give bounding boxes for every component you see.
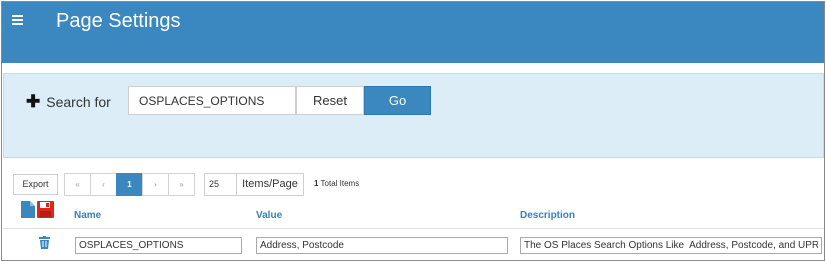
export-button[interactable]: Export: [13, 174, 58, 195]
search-label: ✚ Search for: [26, 93, 111, 110]
row-action-icons: [21, 201, 54, 218]
row-description-input[interactable]: [520, 237, 822, 254]
pager-prev-button[interactable]: ‹: [90, 173, 117, 196]
hamburger-menu-icon[interactable]: [12, 15, 24, 27]
column-header-value: Value: [256, 210, 283, 221]
pager-current-page[interactable]: 1: [116, 173, 143, 196]
row-value-input[interactable]: [256, 237, 508, 254]
plus-icon[interactable]: ✚: [26, 93, 40, 110]
pager: « ‹ 1 › »: [64, 173, 195, 196]
new-file-icon[interactable]: [21, 201, 35, 218]
search-panel: ✚ Search for Reset Go: [3, 73, 824, 158]
pager-first-button[interactable]: «: [64, 173, 91, 196]
items-per-page-label: Items/Page: [236, 173, 304, 196]
trash-icon[interactable]: [39, 236, 50, 249]
reset-button[interactable]: Reset: [296, 86, 364, 115]
page-size-input[interactable]: 25: [204, 173, 237, 196]
column-header-name: Name: [74, 210, 102, 221]
page-header: Page Settings: [2, 2, 824, 63]
page-title: Page Settings: [56, 10, 181, 32]
page-frame: Page Settings ✚ Search for Reset Go Expo…: [1, 1, 825, 261]
go-button[interactable]: Go: [364, 86, 431, 115]
row-name-input[interactable]: [75, 237, 242, 254]
pager-next-button[interactable]: ›: [142, 173, 169, 196]
total-items-count: 1: [314, 179, 319, 188]
total-items: 1 Total Items: [314, 179, 359, 188]
total-items-label: Total Items: [320, 179, 360, 188]
save-icon[interactable]: [37, 201, 54, 218]
pager-last-button[interactable]: »: [168, 173, 195, 196]
column-header-description: Description: [520, 210, 576, 221]
search-label-text: Search for: [46, 93, 111, 110]
table-row-divider: [3, 228, 824, 229]
search-input[interactable]: [128, 86, 296, 115]
